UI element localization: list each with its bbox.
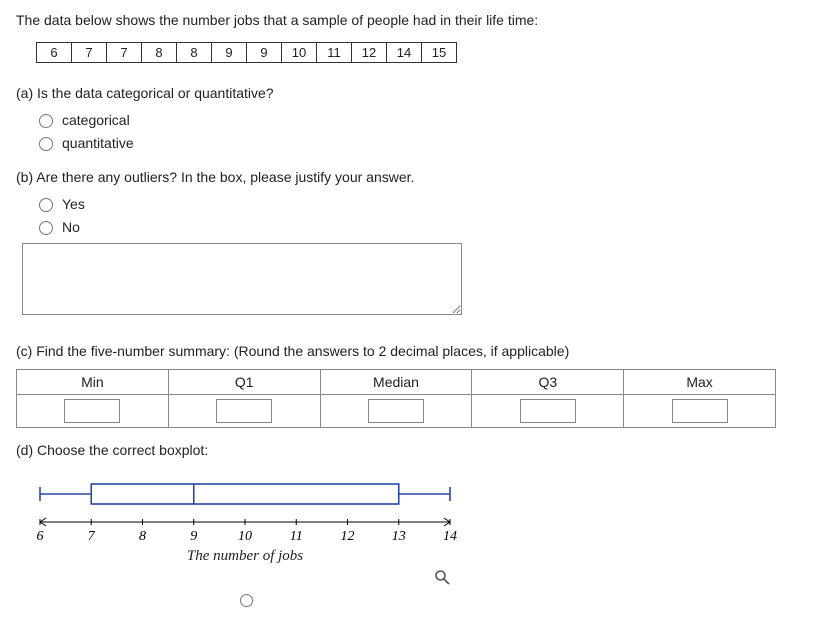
magnify-icon[interactable] xyxy=(434,569,450,585)
data-cell: 12 xyxy=(351,42,387,63)
part-b-prompt: (b) Are there any outliers? In the box, … xyxy=(16,169,799,185)
col-median: Median xyxy=(320,370,472,395)
data-cell: 15 xyxy=(421,42,457,63)
radio-categorical[interactable] xyxy=(39,114,53,128)
svg-text:14: 14 xyxy=(443,529,457,544)
part-b-options: Yes No xyxy=(34,195,799,235)
radio-yes[interactable] xyxy=(39,198,53,212)
boxplot-1: 6 7 8 9 10 11 12 13 14 The number of jobs xyxy=(30,476,460,610)
input-max[interactable] xyxy=(672,399,728,423)
svg-text:12: 12 xyxy=(341,529,355,544)
data-cell: 14 xyxy=(386,42,422,63)
boxplot-axis: 6 7 8 9 10 11 12 13 14 xyxy=(30,516,460,546)
option-label: categorical xyxy=(62,112,130,128)
option-quantitative[interactable]: quantitative xyxy=(34,134,799,151)
radio-quantitative[interactable] xyxy=(39,137,53,151)
data-values-row: 67788991011121415 xyxy=(36,42,799,63)
svg-text:10: 10 xyxy=(238,529,252,544)
col-q1: Q1 xyxy=(168,370,320,395)
svg-text:8: 8 xyxy=(139,529,146,544)
data-cell: 7 xyxy=(106,42,142,63)
data-cell: 8 xyxy=(141,42,177,63)
data-cell: 6 xyxy=(36,42,72,63)
col-q3: Q3 xyxy=(472,370,624,395)
col-max: Max xyxy=(624,370,776,395)
part-c-prompt: (c) Find the five-number summary: (Round… xyxy=(16,343,799,359)
data-cell: 9 xyxy=(246,42,282,63)
input-median[interactable] xyxy=(368,399,424,423)
radio-no[interactable] xyxy=(39,221,53,235)
svg-text:7: 7 xyxy=(88,529,96,544)
input-min[interactable] xyxy=(64,399,120,423)
option-yes[interactable]: Yes xyxy=(34,195,799,212)
option-label: Yes xyxy=(62,196,85,212)
option-label: quantitative xyxy=(62,135,134,151)
part-d-prompt: (d) Choose the correct boxplot: xyxy=(16,442,799,458)
intro-text: The data below shows the number jobs tha… xyxy=(16,12,799,28)
col-min: Min xyxy=(17,370,169,395)
option-no[interactable]: No xyxy=(34,218,799,235)
svg-text:9: 9 xyxy=(190,529,197,544)
data-cell: 11 xyxy=(316,42,352,63)
radio-boxplot-1[interactable] xyxy=(240,594,253,607)
part-a-options: categorical quantitative xyxy=(34,111,799,151)
data-cell: 7 xyxy=(71,42,107,63)
svg-text:6: 6 xyxy=(37,529,44,544)
svg-text:13: 13 xyxy=(392,529,406,544)
option-label: No xyxy=(62,219,80,235)
data-cell: 10 xyxy=(281,42,317,63)
justify-textarea[interactable] xyxy=(22,243,462,315)
data-cell: 8 xyxy=(176,42,212,63)
boxplot-svg xyxy=(30,476,460,516)
part-a-prompt: (a) Is the data categorical or quantitat… xyxy=(16,85,799,101)
option-categorical[interactable]: categorical xyxy=(34,111,799,128)
input-q3[interactable] xyxy=(520,399,576,423)
five-number-summary-table: Min Q1 Median Q3 Max xyxy=(16,369,776,428)
input-q1[interactable] xyxy=(216,399,272,423)
boxplot-xlabel: The number of jobs xyxy=(30,548,460,565)
svg-text:11: 11 xyxy=(290,529,303,544)
data-cell: 9 xyxy=(211,42,247,63)
